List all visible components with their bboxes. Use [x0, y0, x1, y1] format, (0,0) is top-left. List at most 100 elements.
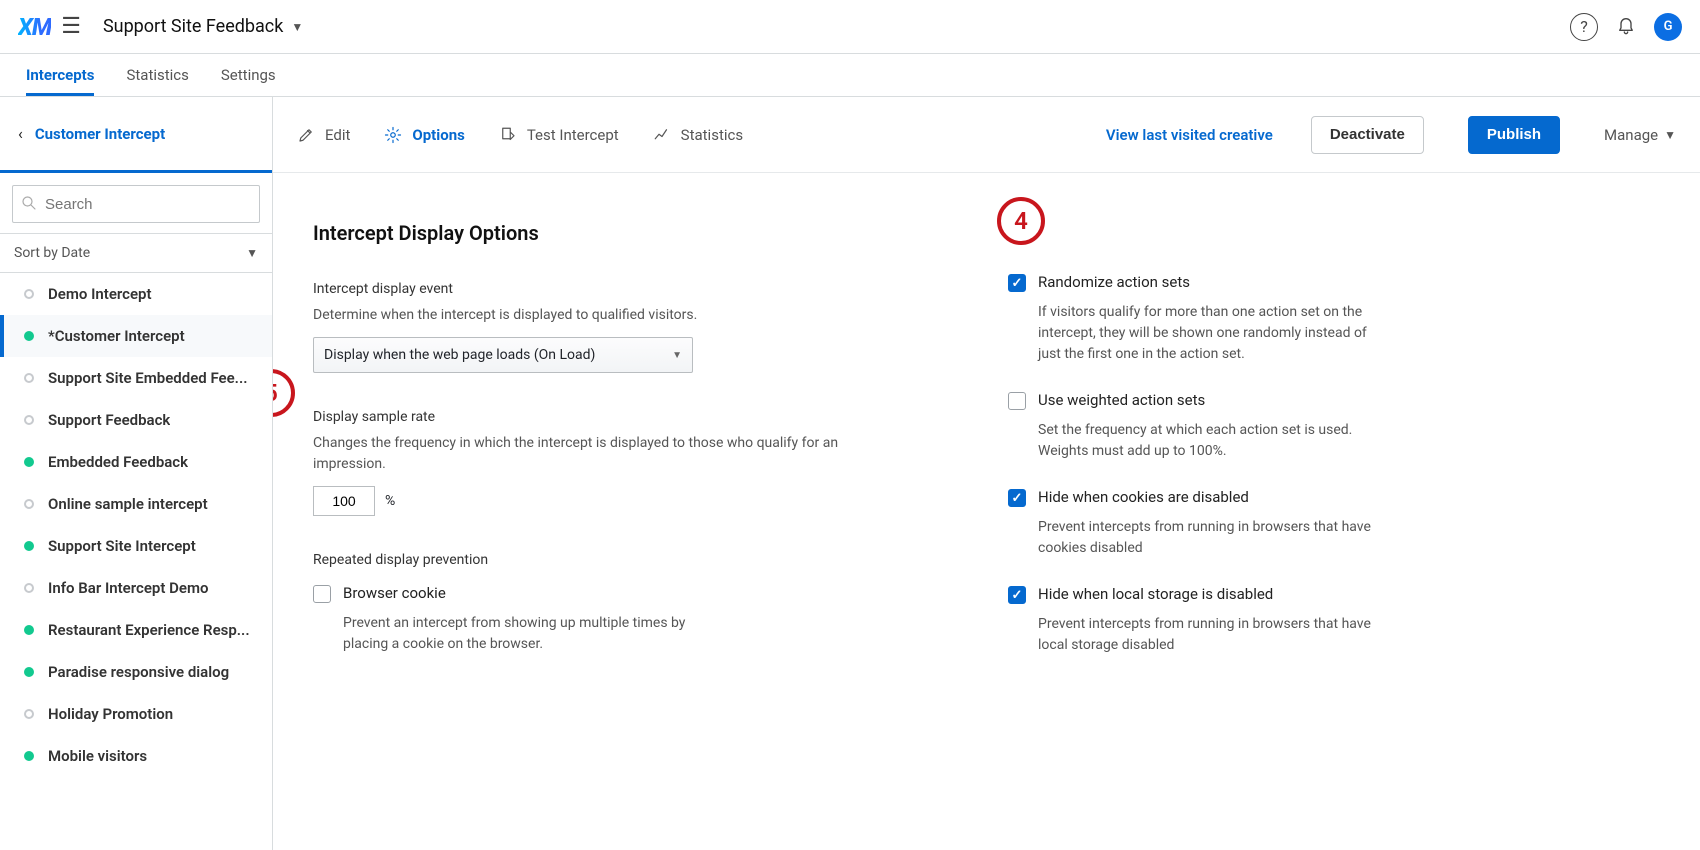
page-title: Intercept Display Options — [313, 221, 888, 245]
hamburger-menu-icon[interactable]: ☰ — [61, 14, 81, 39]
status-dot — [24, 457, 34, 467]
display-event-block: Intercept display event Determine when t… — [313, 281, 888, 373]
dropdown-arrow-icon: ▼ — [672, 350, 682, 361]
sidebar-item-label: Holiday Promotion — [48, 705, 173, 723]
status-dot — [24, 499, 34, 509]
publish-button[interactable]: Publish — [1468, 116, 1560, 154]
browser-cookie-desc: Prevent an intercept from showing up mul… — [313, 613, 693, 655]
project-title-dropdown[interactable]: Support Site Feedback ▼ — [103, 16, 303, 37]
chevron-down-icon: ▼ — [1664, 128, 1676, 142]
randomize-action-sets-checkbox[interactable] — [1008, 274, 1026, 292]
status-dot — [24, 541, 34, 551]
user-avatar[interactable]: G — [1654, 13, 1682, 41]
hide-cookies-disabled-checkbox[interactable] — [1008, 489, 1026, 507]
nav-settings[interactable]: Settings — [221, 54, 276, 96]
cookies-disabled-label: Hide when cookies are disabled — [1038, 488, 1249, 506]
sidebar-item-label: *Customer Intercept — [48, 327, 185, 345]
sidebar-item[interactable]: Mobile visitors — [0, 735, 272, 777]
sidebar: ‹ Customer Intercept Sort by Date ▼ Demo… — [0, 97, 273, 850]
manage-dropdown[interactable]: Manage ▼ — [1604, 126, 1676, 144]
localstorage-disabled-label: Hide when local storage is disabled — [1038, 585, 1273, 603]
cookies-disabled-desc: Prevent intercepts from running in brows… — [1008, 517, 1388, 559]
display-event-select[interactable]: Display when the web page loads (On Load… — [313, 337, 693, 373]
repeated-display-label: Repeated display prevention — [313, 552, 888, 568]
sidebar-item-label: Restaurant Experience Resp... — [48, 621, 250, 639]
sidebar-item[interactable]: Support Site Embedded Fee... — [0, 357, 272, 399]
nav-intercepts[interactable]: Intercepts — [26, 54, 94, 96]
status-dot — [24, 667, 34, 677]
weighted-action-sets-checkbox[interactable] — [1008, 392, 1026, 410]
sample-rate-input[interactable] — [313, 486, 375, 516]
sidebar-item[interactable]: Demo Intercept — [0, 273, 272, 315]
tool-statistics[interactable]: Statistics — [653, 126, 743, 144]
status-dot — [24, 373, 34, 383]
status-dot — [24, 625, 34, 635]
content-area: Edit Options Test Intercept Statistics V… — [273, 97, 1700, 850]
sidebar-item-label: Online sample intercept — [48, 495, 208, 513]
nav-statistics[interactable]: Statistics — [126, 54, 188, 96]
xm-logo: XM — [18, 13, 51, 41]
sidebar-item[interactable]: *Customer Intercept — [0, 315, 272, 357]
main-nav: Intercepts Statistics Settings — [0, 54, 1700, 97]
status-dot — [24, 289, 34, 299]
sidebar-item-label: Support Site Intercept — [48, 537, 196, 555]
annotation-4: 4 — [997, 197, 1045, 245]
browser-cookie-checkbox[interactable] — [313, 585, 331, 603]
search-icon — [20, 194, 38, 216]
browser-cookie-label: Browser cookie — [343, 584, 446, 602]
randomize-label: Randomize action sets — [1038, 273, 1190, 291]
sidebar-item[interactable]: Support Site Intercept — [0, 525, 272, 567]
sidebar-title: Customer Intercept — [35, 125, 165, 143]
sidebar-item-label: Embedded Feedback — [48, 453, 188, 471]
deactivate-button[interactable]: Deactivate — [1311, 116, 1424, 154]
status-dot — [24, 709, 34, 719]
sample-rate-unit: % — [385, 493, 395, 509]
tool-options[interactable]: Options — [384, 126, 464, 144]
bell-icon[interactable] — [1612, 13, 1640, 41]
back-chevron-icon[interactable]: ‹ — [18, 124, 23, 143]
sort-label: Sort by Date — [14, 245, 90, 261]
intercept-list: Demo Intercept *Customer Intercept Support… — [0, 273, 272, 850]
tool-edit[interactable]: Edit — [297, 126, 350, 144]
project-title-text: Support Site Feedback — [103, 16, 283, 37]
search-box — [12, 185, 260, 223]
status-dot — [24, 751, 34, 761]
sidebar-item-label: Support Site Embedded Fee... — [48, 369, 247, 387]
sidebar-item-label: Demo Intercept — [48, 285, 152, 303]
sidebar-search-input[interactable] — [12, 185, 260, 223]
chevron-down-icon: ▼ — [291, 20, 303, 34]
sidebar-item-label: Paradise responsive dialog — [48, 663, 229, 681]
weighted-label: Use weighted action sets — [1038, 391, 1205, 409]
sidebar-item-label: Mobile visitors — [48, 747, 147, 765]
randomize-desc: If visitors qualify for more than one ac… — [1008, 302, 1388, 365]
view-last-visited-creative-link[interactable]: View last visited creative — [1106, 126, 1273, 144]
content-toolbar: Edit Options Test Intercept Statistics V… — [273, 97, 1700, 173]
sidebar-item[interactable]: Holiday Promotion — [0, 693, 272, 735]
left-column: Intercept Display Options Intercept disp… — [313, 221, 888, 691]
sidebar-item[interactable]: Support Feedback — [0, 399, 272, 441]
sample-rate-label: Display sample rate — [313, 409, 888, 425]
status-dot — [24, 331, 34, 341]
sidebar-item[interactable]: Info Bar Intercept Demo — [0, 567, 272, 609]
display-event-label: Intercept display event — [313, 281, 888, 297]
sidebar-item[interactable]: Paradise responsive dialog — [0, 651, 272, 693]
repeated-display-block: Repeated display prevention Browser cook… — [313, 552, 888, 655]
status-dot — [24, 583, 34, 593]
sidebar-item[interactable]: Online sample intercept — [0, 483, 272, 525]
sidebar-item[interactable]: Restaurant Experience Resp... — [0, 609, 272, 651]
chevron-down-icon: ▼ — [246, 246, 258, 260]
sort-dropdown[interactable]: Sort by Date ▼ — [0, 233, 272, 273]
help-icon[interactable]: ? — [1570, 13, 1598, 41]
topbar: XM ☰ Support Site Feedback ▼ ? G — [0, 0, 1700, 54]
sidebar-item-label: Support Feedback — [48, 411, 170, 429]
sample-rate-block: Display sample rate Changes the frequenc… — [313, 409, 888, 516]
display-event-desc: Determine when the intercept is displaye… — [313, 305, 888, 325]
weighted-desc: Set the frequency at which each action s… — [1008, 420, 1388, 462]
localstorage-disabled-desc: Prevent intercepts from running in brows… — [1008, 614, 1388, 656]
hide-localstorage-disabled-checkbox[interactable] — [1008, 586, 1026, 604]
tool-test-intercept[interactable]: Test Intercept — [499, 126, 619, 144]
right-column: Randomize action sets If visitors qualif… — [1008, 221, 1583, 691]
status-dot — [24, 415, 34, 425]
sidebar-item[interactable]: Embedded Feedback — [0, 441, 272, 483]
sample-rate-desc: Changes the frequency in which the inter… — [313, 433, 888, 474]
